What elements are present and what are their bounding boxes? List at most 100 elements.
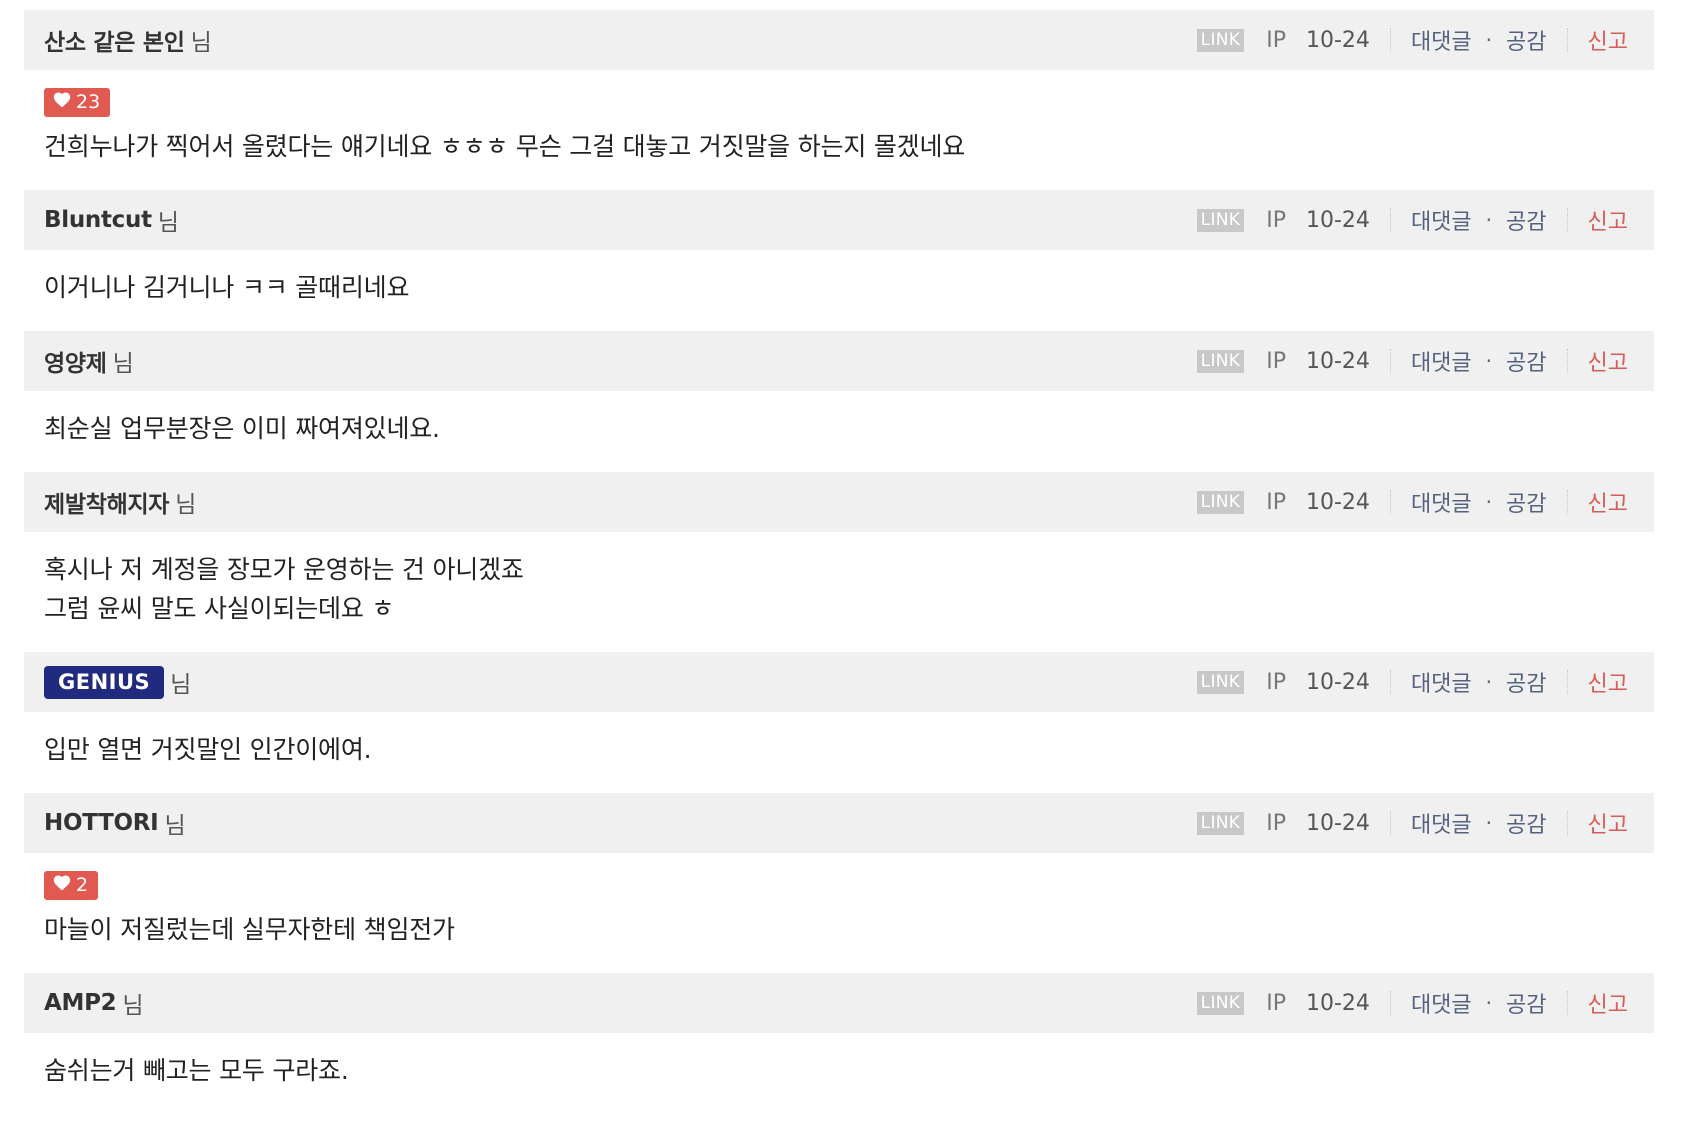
author-honorific: 님 xyxy=(164,813,186,839)
comment-item: AMP2 님 LINK IP 10-24 대댓글 · 공감 신고 숨쉬는거 빼고는 모두 구라죠. xyxy=(24,973,1654,1114)
author-badge-genius[interactable]: GENIUS xyxy=(44,665,165,699)
dot-separator: · xyxy=(1485,208,1493,232)
comment-body: 이거니나 김거니나 ㅋㅋ 골때리네요 xyxy=(24,250,1654,331)
like-button[interactable]: 공감 xyxy=(1506,24,1546,56)
like-count-badge: 2 xyxy=(44,871,99,900)
comment-body: 최순실 업무분장은 이미 짜여져있네요. xyxy=(24,391,1654,472)
divider xyxy=(1566,349,1568,373)
report-button[interactable]: 신고 xyxy=(1588,204,1628,236)
divider xyxy=(1389,208,1391,232)
divider xyxy=(1389,991,1391,1015)
comment-meta: LINK IP 10-24 대댓글 · 공감 신고 xyxy=(1196,24,1634,56)
comment-text: 이거니나 김거니나 ㅋㅋ 골때리네요 xyxy=(44,273,410,302)
comment-date: 10-24 xyxy=(1306,27,1370,53)
divider xyxy=(1566,208,1568,232)
comment-author: 산소 같은 본인 님 xyxy=(44,23,1197,57)
comment-meta: LINK IP 10-24 대댓글 · 공감 신고 xyxy=(1196,204,1634,236)
author-name[interactable]: 산소 같은 본인 xyxy=(44,23,185,57)
comment-item: HOTTORI 님 LINK IP 10-24 대댓글 · 공감 신고 2 마늘이 저질렀는데 실무… xyxy=(24,793,1654,973)
comment-header: 제발착해지자 님 LINK IP 10-24 대댓글 · 공감 신고 xyxy=(24,472,1654,532)
link-button[interactable]: LINK xyxy=(1196,490,1245,514)
like-button[interactable]: 공감 xyxy=(1506,345,1546,377)
heart-icon xyxy=(52,90,76,114)
author-name[interactable]: HOTTORI xyxy=(44,810,159,836)
report-button[interactable]: 신고 xyxy=(1588,24,1628,56)
author-name[interactable]: 제발착해지자 xyxy=(44,485,169,519)
ip-label: IP xyxy=(1266,207,1286,233)
comment-author: 제발착해지자 님 xyxy=(44,485,1197,519)
heart-icon xyxy=(52,873,76,897)
link-button[interactable]: LINK xyxy=(1196,208,1245,232)
reply-button[interactable]: 대댓글 xyxy=(1411,345,1472,377)
dot-separator: · xyxy=(1485,28,1493,52)
like-count-badge: 23 xyxy=(44,88,111,117)
comment-item: Bluntcut 님 LINK IP 10-24 대댓글 · 공감 신고 이거니나 김거니나 ㅋㅋ… xyxy=(24,190,1654,331)
divider xyxy=(1389,28,1391,52)
like-button[interactable]: 공감 xyxy=(1506,807,1546,839)
author-honorific: 님 xyxy=(112,351,134,377)
link-button[interactable]: LINK xyxy=(1196,991,1245,1015)
divider xyxy=(1566,670,1568,694)
report-button[interactable]: 신고 xyxy=(1588,486,1628,518)
divider xyxy=(1389,811,1391,835)
divider xyxy=(1566,811,1568,835)
like-button[interactable]: 공감 xyxy=(1506,987,1546,1019)
reply-button[interactable]: 대댓글 xyxy=(1411,24,1472,56)
like-button[interactable]: 공감 xyxy=(1506,486,1546,518)
comment-text: 건희누나가 찍어서 올렸다는 얘기네요 ㅎㅎㅎ 무슨 그걸 대놓고 거짓말을 하… xyxy=(44,132,966,161)
reply-button[interactable]: 대댓글 xyxy=(1411,807,1472,839)
divider xyxy=(1389,670,1391,694)
divider xyxy=(1389,349,1391,373)
like-button[interactable]: 공감 xyxy=(1506,666,1546,698)
link-button[interactable]: LINK xyxy=(1196,28,1245,52)
report-button[interactable]: 신고 xyxy=(1588,807,1628,839)
comment-text: 최순실 업무분장은 이미 짜여져있네요. xyxy=(44,414,440,443)
ip-label: IP xyxy=(1266,810,1286,836)
comment-meta: LINK IP 10-24 대댓글 · 공감 신고 xyxy=(1196,345,1634,377)
author-honorific: 님 xyxy=(122,993,144,1019)
link-button[interactable]: LINK xyxy=(1196,670,1245,694)
reply-button[interactable]: 대댓글 xyxy=(1411,987,1472,1019)
comment-meta: LINK IP 10-24 대댓글 · 공감 신고 xyxy=(1196,666,1634,698)
comment-header: GENIUS 님 LINK IP 10-24 대댓글 · 공감 신고 xyxy=(24,652,1654,712)
comment-body: 입만 열면 거짓말인 인간이에여. xyxy=(24,712,1654,793)
report-button[interactable]: 신고 xyxy=(1588,345,1628,377)
link-button[interactable]: LINK xyxy=(1196,349,1245,373)
comment-text: 숨쉬는거 빼고는 모두 구라죠. xyxy=(44,1056,349,1085)
comment-list: 산소 같은 본인 님 LINK IP 10-24 대댓글 · 공감 신고 23 건희누나가 찍어서 … xyxy=(24,10,1654,1114)
comment-body: 숨쉬는거 빼고는 모두 구라죠. xyxy=(24,1033,1654,1114)
dot-separator: · xyxy=(1485,349,1493,373)
author-honorific: 님 xyxy=(190,30,212,56)
comment-date: 10-24 xyxy=(1306,810,1370,836)
comment-text: 마늘이 저질렀는데 실무자한테 책임전가 xyxy=(44,915,455,944)
comment-author: Bluntcut 님 xyxy=(44,203,1197,237)
reply-button[interactable]: 대댓글 xyxy=(1411,486,1472,518)
link-button[interactable]: LINK xyxy=(1196,811,1245,835)
divider xyxy=(1566,28,1568,52)
reply-button[interactable]: 대댓글 xyxy=(1411,666,1472,698)
reply-button[interactable]: 대댓글 xyxy=(1411,204,1472,236)
author-name[interactable]: Bluntcut xyxy=(44,207,152,233)
report-button[interactable]: 신고 xyxy=(1588,666,1628,698)
comment-item: 영양제 님 LINK IP 10-24 대댓글 · 공감 신고 최순실 업무분장은 이미 짜여져있… xyxy=(24,331,1654,472)
comment-item: 제발착해지자 님 LINK IP 10-24 대댓글 · 공감 신고 혹시나 저 계정을 장모가 … xyxy=(24,472,1654,652)
dot-separator: · xyxy=(1485,490,1493,514)
ip-label: IP xyxy=(1266,348,1286,374)
ip-label: IP xyxy=(1266,489,1286,515)
comment-item: GENIUS 님 LINK IP 10-24 대댓글 · 공감 신고 입만 열면 거짓말인 인간이… xyxy=(24,652,1654,793)
report-button[interactable]: 신고 xyxy=(1588,987,1628,1019)
author-name[interactable]: AMP2 xyxy=(44,990,117,1016)
comment-body: 2 마늘이 저질렀는데 실무자한테 책임전가 xyxy=(24,853,1654,973)
comment-header: 영양제 님 LINK IP 10-24 대댓글 · 공감 신고 xyxy=(24,331,1654,391)
author-honorific: 님 xyxy=(175,492,197,518)
author-honorific: 님 xyxy=(157,210,179,236)
divider xyxy=(1566,490,1568,514)
like-count: 2 xyxy=(76,874,89,896)
comment-body: 혹시나 저 계정을 장모가 운영하는 건 아니겠죠 그럼 윤씨 말도 사실이되는… xyxy=(24,532,1654,652)
like-button[interactable]: 공감 xyxy=(1506,204,1546,236)
comment-text: 입만 열면 거짓말인 인간이에여. xyxy=(44,735,372,764)
divider xyxy=(1566,991,1568,1015)
author-name[interactable]: 영양제 xyxy=(44,344,107,378)
comment-header: HOTTORI 님 LINK IP 10-24 대댓글 · 공감 신고 xyxy=(24,793,1654,853)
comment-date: 10-24 xyxy=(1306,669,1370,695)
